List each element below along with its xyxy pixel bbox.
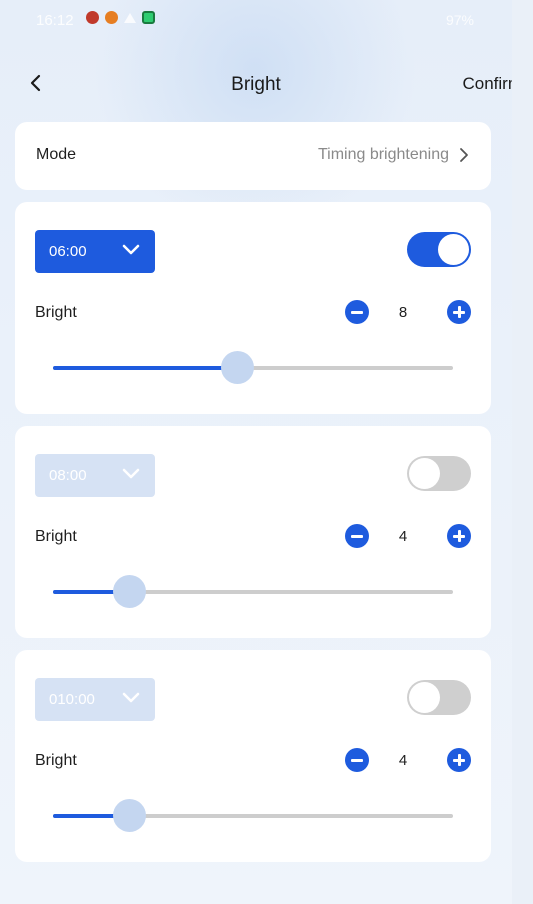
time-value: 06:00 xyxy=(49,243,87,260)
slider-thumb[interactable] xyxy=(113,799,146,832)
bright-label: Bright xyxy=(35,752,77,769)
bright-slider[interactable] xyxy=(53,575,453,608)
toggle-knob xyxy=(438,234,469,265)
slider-thumb[interactable] xyxy=(221,351,254,384)
chevron-down-icon xyxy=(122,692,140,703)
bright-label: Bright xyxy=(35,528,77,545)
bright-slider[interactable] xyxy=(53,351,453,384)
toggle-knob xyxy=(409,682,440,713)
time-value: 010:00 xyxy=(49,691,95,708)
enable-toggle[interactable] xyxy=(407,232,471,267)
bright-slider[interactable] xyxy=(53,799,453,832)
timer-card: 08:00 Bright 4 xyxy=(15,426,491,638)
slider-thumb[interactable] xyxy=(113,575,146,608)
app-screen: 16:12 97% Bright Confirm Mode Timing bri… xyxy=(0,0,522,904)
status-time: 16:12 xyxy=(36,12,74,29)
time-value: 08:00 xyxy=(49,467,87,484)
increase-button[interactable] xyxy=(447,748,471,772)
app-notification-icon xyxy=(142,11,155,24)
mode-label: Mode xyxy=(36,146,77,163)
decrease-button[interactable] xyxy=(345,748,369,772)
bright-value: 4 xyxy=(398,528,408,545)
slider-fill xyxy=(53,366,237,370)
page-title: Bright xyxy=(231,74,281,95)
bright-value: 8 xyxy=(398,304,408,321)
time-picker-button[interactable]: 08:00 xyxy=(35,454,155,497)
timer-card: 010:00 Bright 4 xyxy=(15,650,491,862)
time-picker-button[interactable]: 010:00 xyxy=(35,678,155,721)
chevron-right-icon xyxy=(460,148,468,162)
increase-button[interactable] xyxy=(447,524,471,548)
status-bar: 16:12 97% xyxy=(0,0,512,44)
status-notification-icons xyxy=(86,11,155,24)
status-battery: 97% xyxy=(445,12,474,28)
mode-value: Timing brightening xyxy=(317,146,449,163)
timer-card: 06:00 Bright 8 xyxy=(15,202,491,414)
chevron-down-icon xyxy=(122,244,140,255)
time-picker-button[interactable]: 06:00 xyxy=(35,230,155,273)
mode-row[interactable]: Mode Timing brightening xyxy=(15,122,491,190)
mode-selector[interactable]: Timing brightening xyxy=(318,146,469,164)
weibo-icon xyxy=(105,11,118,24)
chevron-down-icon xyxy=(122,468,140,479)
decrease-button[interactable] xyxy=(345,300,369,324)
enable-toggle[interactable] xyxy=(407,680,471,715)
screen-edge xyxy=(512,0,533,904)
bright-value: 4 xyxy=(398,752,408,769)
qq-icon xyxy=(86,11,99,24)
header: Bright Confirm xyxy=(0,60,522,108)
warning-icon xyxy=(124,12,136,23)
enable-toggle[interactable] xyxy=(407,456,471,491)
bright-label: Bright xyxy=(35,304,77,321)
decrease-button[interactable] xyxy=(345,524,369,548)
toggle-knob xyxy=(409,458,440,489)
increase-button[interactable] xyxy=(447,300,471,324)
